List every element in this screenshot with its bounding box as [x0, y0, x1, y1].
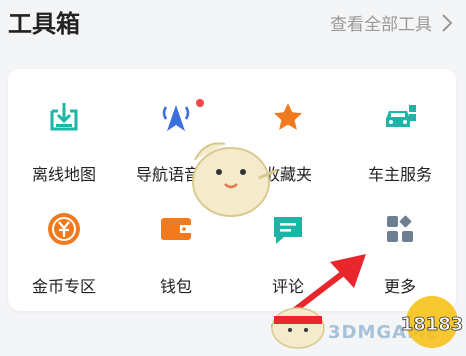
mascot-illustration — [192, 142, 278, 217]
chevron-right-icon — [442, 13, 453, 32]
watermark-mascot-icon — [271, 307, 325, 349]
tool-car-service[interactable]: 车主服务 — [344, 69, 456, 184]
watermark-logo-text: 18183 — [401, 314, 464, 335]
gold-coin-icon — [48, 213, 80, 245]
notification-badge — [196, 99, 204, 107]
view-all-tools-link[interactable]: 查看全部工具 — [330, 10, 454, 35]
tool-label: 离线地图 — [31, 165, 96, 184]
watermark-logo: 18183 — [400, 296, 464, 348]
offline-map-icon — [50, 103, 78, 131]
tool-gold-coin[interactable]: 金币专区 — [8, 189, 120, 296]
car-service-icon — [386, 105, 416, 127]
more-grid-icon — [387, 215, 413, 242]
tool-label: 金币专区 — [31, 277, 96, 296]
tool-label: 车主服务 — [367, 165, 432, 184]
tool-offline-map[interactable]: 离线地图 — [8, 69, 120, 184]
page-title: 工具箱 — [8, 10, 80, 38]
toolbox-header: 工具箱 查看全部工具 — [0, 0, 466, 50]
view-all-label: 查看全部工具 — [330, 15, 432, 35]
tool-label: 钱包 — [159, 277, 192, 296]
